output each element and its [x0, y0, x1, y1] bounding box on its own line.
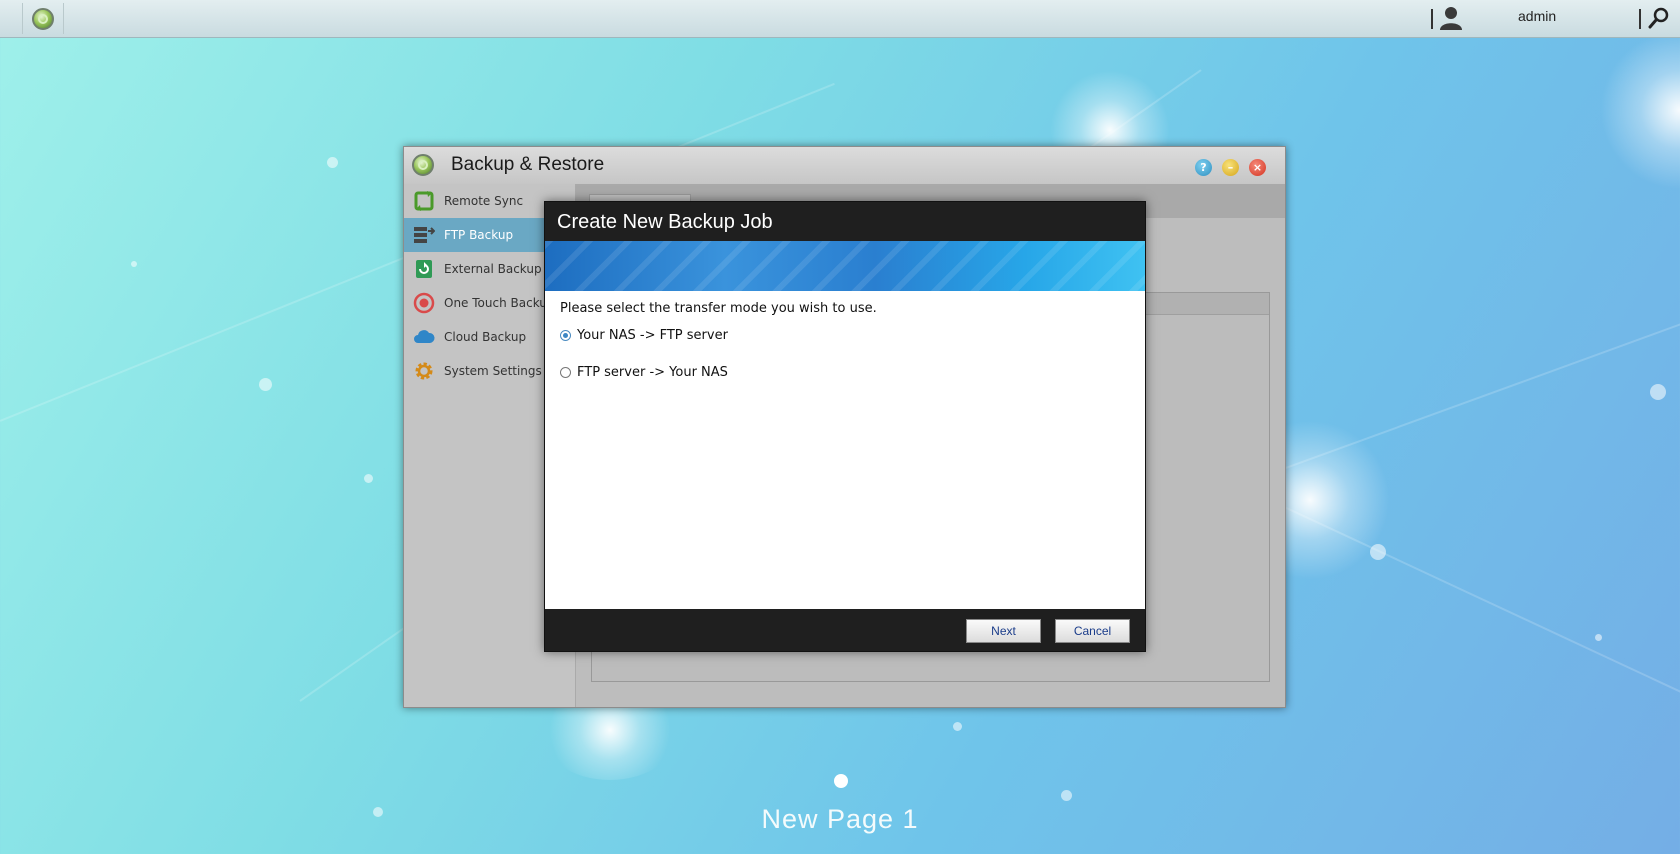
transfer-mode-prompt: Please select the transfer mode you wish… — [560, 301, 877, 316]
option-label: FTP server -> Your NAS — [577, 365, 728, 380]
question-icon: ? — [1200, 161, 1207, 174]
taskbar: admin — [0, 0, 1680, 38]
dialog-body: Please select the transfer mode you wish… — [545, 291, 1145, 609]
sync-icon — [414, 191, 434, 211]
window-titlebar[interactable]: Backup & Restore ? – × — [404, 147, 1285, 184]
radio-nas-to-ftp[interactable] — [560, 330, 571, 341]
page-indicator-dot[interactable] — [834, 774, 848, 788]
home-button[interactable] — [22, 3, 64, 34]
taskbar-divider — [1639, 9, 1641, 29]
next-button[interactable]: Next — [966, 619, 1041, 643]
gear-icon — [415, 362, 433, 380]
ftp-server-icon — [414, 227, 435, 243]
window-title: Backup & Restore — [451, 154, 605, 175]
option-ftp-to-nas[interactable]: FTP server -> Your NAS — [560, 365, 728, 380]
one-touch-icon — [413, 292, 435, 314]
cancel-button[interactable]: Cancel — [1055, 619, 1130, 643]
search-icon[interactable] — [1648, 7, 1670, 29]
taskbar-divider — [1431, 9, 1433, 29]
dialog-footer: Next Cancel — [545, 609, 1145, 651]
cloud-icon — [414, 330, 435, 343]
backup-app-icon — [412, 154, 434, 176]
external-drive-icon — [416, 260, 432, 278]
option-nas-to-ftp[interactable]: Your NAS -> FTP server — [560, 328, 728, 343]
minus-icon: – — [1227, 161, 1234, 174]
radio-ftp-to-nas[interactable] — [560, 367, 571, 378]
close-button[interactable]: × — [1249, 159, 1266, 176]
user-icon[interactable] — [1440, 6, 1462, 30]
minimize-button[interactable]: – — [1222, 159, 1239, 176]
dialog-title: Create New Backup Job — [557, 211, 773, 233]
close-icon: × — [1252, 161, 1263, 174]
app-logo-icon — [32, 7, 54, 30]
help-button[interactable]: ? — [1195, 159, 1212, 176]
desktop-page-label: New Page 1 — [761, 804, 919, 834]
username-label[interactable]: admin — [1518, 8, 1556, 24]
create-backup-job-dialog: Create New Backup Job Please select the … — [544, 201, 1146, 652]
dialog-banner — [545, 241, 1145, 291]
option-label: Your NAS -> FTP server — [577, 328, 728, 343]
